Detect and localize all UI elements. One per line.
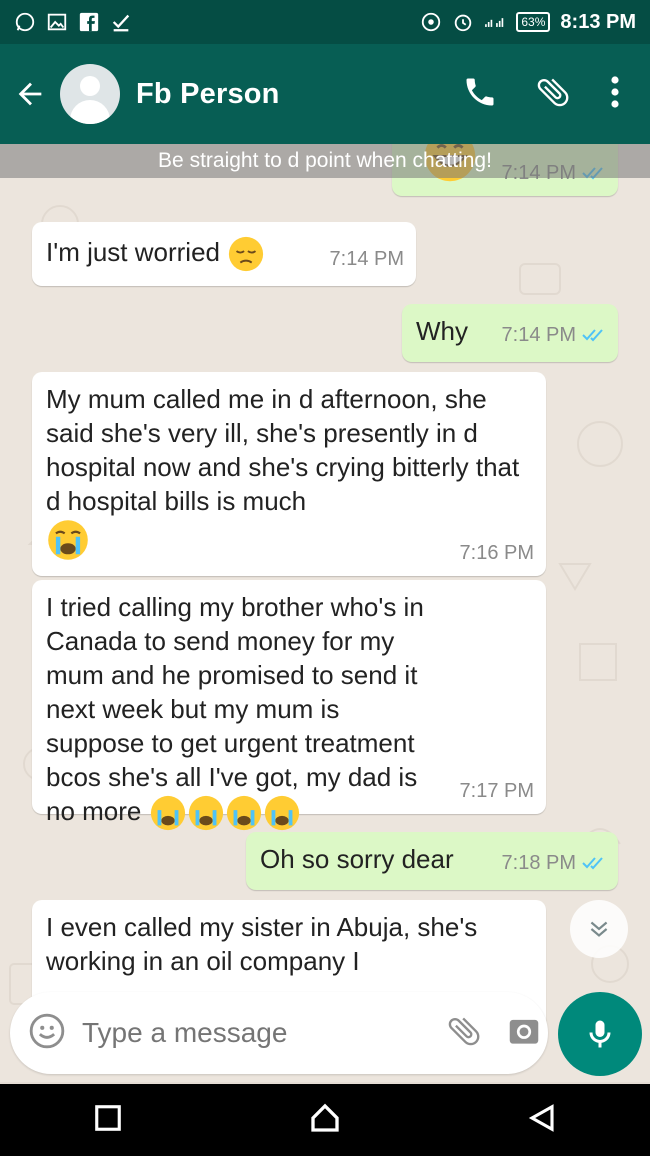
status-bar: 63% 8:13 PM	[0, 0, 650, 44]
download-check-icon	[110, 11, 132, 33]
message-text: Oh so sorry dear	[260, 844, 454, 874]
paperclip-icon	[448, 1017, 480, 1045]
message-time: 7:14 PM	[329, 248, 404, 270]
message-outgoing[interactable]: Oh so sorry dear 7:18 PM	[246, 832, 618, 890]
crying-emoji-icon	[150, 796, 185, 831]
home-icon	[311, 1103, 339, 1132]
camera-button[interactable]	[505, 1012, 543, 1055]
mic-icon	[589, 1020, 611, 1048]
signal-icon	[484, 11, 506, 33]
emoji-button[interactable]	[28, 1012, 66, 1055]
crying-emoji-group	[149, 796, 301, 831]
message-text: I tried calling my brother who's in Cana…	[46, 592, 424, 826]
crying-emoji-icon	[226, 796, 261, 831]
battery-indicator: 63%	[516, 12, 551, 32]
system-nav-bar	[0, 1084, 650, 1156]
message-input[interactable]	[76, 1016, 445, 1050]
banner-text: Be straight to d point when chatting!	[0, 144, 650, 178]
alarm-icon	[452, 11, 474, 33]
more-vert-icon	[611, 75, 619, 108]
system-icons: 63% 8:13 PM	[420, 11, 636, 34]
attach-button[interactable]	[534, 73, 572, 116]
menu-button[interactable]	[608, 74, 622, 115]
message-time: 7:14 PM	[501, 324, 576, 346]
back-button[interactable]	[0, 77, 60, 111]
image-notification-icon	[46, 11, 68, 33]
voice-message-button[interactable]	[558, 992, 642, 1076]
double-check-icon	[582, 857, 603, 870]
message-text: My mum called me in d afternoon, she sai…	[46, 384, 520, 516]
call-button[interactable]	[462, 74, 498, 115]
arrow-left-icon	[18, 82, 42, 106]
facebook-notification-icon	[78, 11, 100, 33]
smiley-icon	[29, 1013, 65, 1048]
message-composer	[10, 992, 548, 1074]
message-text: I'm just worried	[46, 237, 221, 267]
crying-emoji-icon	[264, 796, 299, 831]
camera-icon	[509, 1019, 539, 1044]
avatar[interactable]	[60, 64, 120, 124]
clock: 8:13 PM	[560, 10, 636, 33]
notification-icons	[14, 11, 132, 33]
double-check-icon	[582, 329, 603, 342]
message-incoming[interactable]: My mum called me in d afternoon, she sai…	[32, 372, 546, 576]
chat-header: Fb Person	[0, 44, 650, 144]
whatsapp-notification-icon	[14, 11, 36, 33]
message-outgoing[interactable]: Why 7:14 PM	[402, 304, 618, 362]
recents-button[interactable]	[93, 1103, 123, 1138]
message-time: 7:18 PM	[501, 852, 576, 874]
crying-emoji-icon	[188, 796, 223, 831]
attach-file-button[interactable]	[445, 1012, 483, 1055]
pensive-emoji-icon	[229, 237, 264, 272]
message-time: 7:17 PM	[459, 780, 534, 802]
chevron-double-down-icon	[590, 921, 608, 937]
message-incoming[interactable]: I tried calling my brother who's in Cana…	[32, 580, 546, 831]
square-icon	[95, 1104, 121, 1131]
contact-name[interactable]: Fb Person	[136, 78, 462, 111]
message-text: Why	[416, 316, 468, 346]
message-incoming[interactable]: I'm just worried 7:14 PM	[32, 222, 416, 286]
crying-emoji-icon	[48, 520, 88, 560]
message-time: 7:16 PM	[459, 542, 534, 564]
phone-icon	[466, 78, 494, 105]
home-button[interactable]	[309, 1102, 341, 1139]
triangle-back-icon	[528, 1103, 554, 1132]
hotspot-icon	[420, 11, 442, 33]
scroll-to-bottom-button[interactable]	[570, 900, 628, 958]
paperclip-icon	[537, 78, 569, 106]
message-text: I even called my sister in Abuja, she's …	[46, 912, 478, 976]
back-nav-button[interactable]	[527, 1103, 557, 1138]
chat-area[interactable]: 7:14 PM I'm just worried 7:14 PM Why 7:1…	[0, 144, 650, 1082]
